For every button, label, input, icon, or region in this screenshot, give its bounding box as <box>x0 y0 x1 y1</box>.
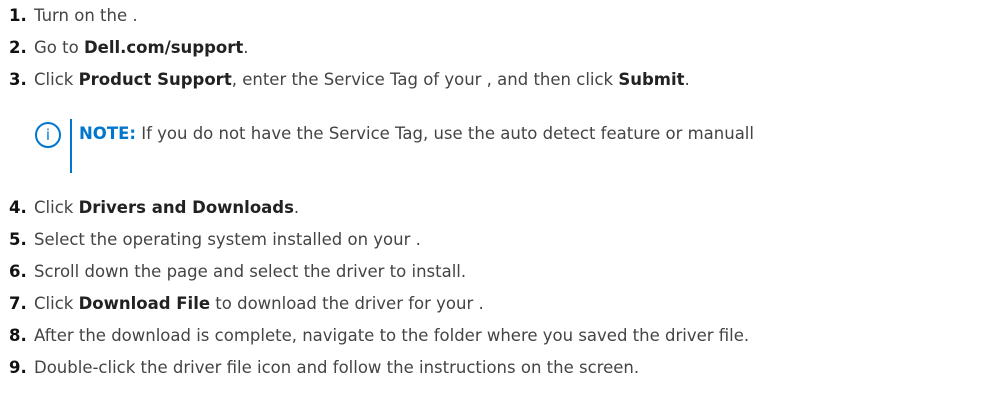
step-number: 3. <box>9 70 27 89</box>
step-text: Select the operating system installed on… <box>34 225 421 255</box>
step-text: After the download is complete, navigate… <box>34 321 749 351</box>
step-number: 4. <box>9 198 27 217</box>
step-number: 1. <box>9 6 27 25</box>
step-number: 2. <box>9 38 27 57</box>
step-text: Turn on the . <box>34 1 138 31</box>
step-text-segment: . <box>243 38 249 57</box>
step-text-segment: Turn on the . <box>34 6 138 25</box>
step-text: Go to Dell.com/support. <box>34 33 249 63</box>
step-text-segment: . <box>684 70 690 89</box>
step-text: Click Download File to download the driv… <box>34 289 484 319</box>
step-text-emphasis: Drivers and Downloads <box>78 198 294 217</box>
step-number: 6. <box>9 262 27 281</box>
step-text: Double-click the driver file icon and fo… <box>34 353 639 383</box>
step-text-emphasis: Dell.com/support <box>83 38 244 57</box>
step-text-segment: Go to <box>34 38 84 57</box>
step-number: 9. <box>9 358 27 377</box>
step-number: 5. <box>9 230 27 249</box>
step-text: Scroll down the page and select the driv… <box>34 257 466 287</box>
note-divider <box>70 119 72 173</box>
step-text-segment: Select the operating system installed on… <box>34 230 421 249</box>
note-text: NOTE: If you do not have the Service Tag… <box>79 119 754 149</box>
step-text-segment: , enter the Service Tag of your , and th… <box>231 70 619 89</box>
note-label: NOTE: <box>79 124 136 143</box>
step-number: 7. <box>9 294 27 313</box>
step-text: Click Product Support, enter the Service… <box>34 65 690 95</box>
info-icon: i <box>35 122 61 148</box>
step-number: 8. <box>9 326 27 345</box>
step-text-emphasis: Product Support <box>78 70 232 89</box>
step-text: Click Drivers and Downloads. <box>34 193 299 223</box>
step-text-segment: After the download is complete, navigate… <box>34 326 750 345</box>
step-text-emphasis: Submit <box>618 70 685 89</box>
step-text-segment: Click <box>34 294 79 313</box>
step-text-segment: Click <box>34 70 79 89</box>
step-text-segment: Click <box>34 198 79 217</box>
note-body: If you do not have the Service Tag, use … <box>135 124 754 143</box>
step-text-emphasis: Download File <box>78 294 211 313</box>
step-text-segment: Scroll down the page and select the driv… <box>34 262 467 281</box>
step-text-segment: . <box>293 198 300 217</box>
step-text-segment: to download the driver for your . <box>210 294 484 313</box>
step-text-segment: Double-click the driver file icon and fo… <box>34 358 640 377</box>
